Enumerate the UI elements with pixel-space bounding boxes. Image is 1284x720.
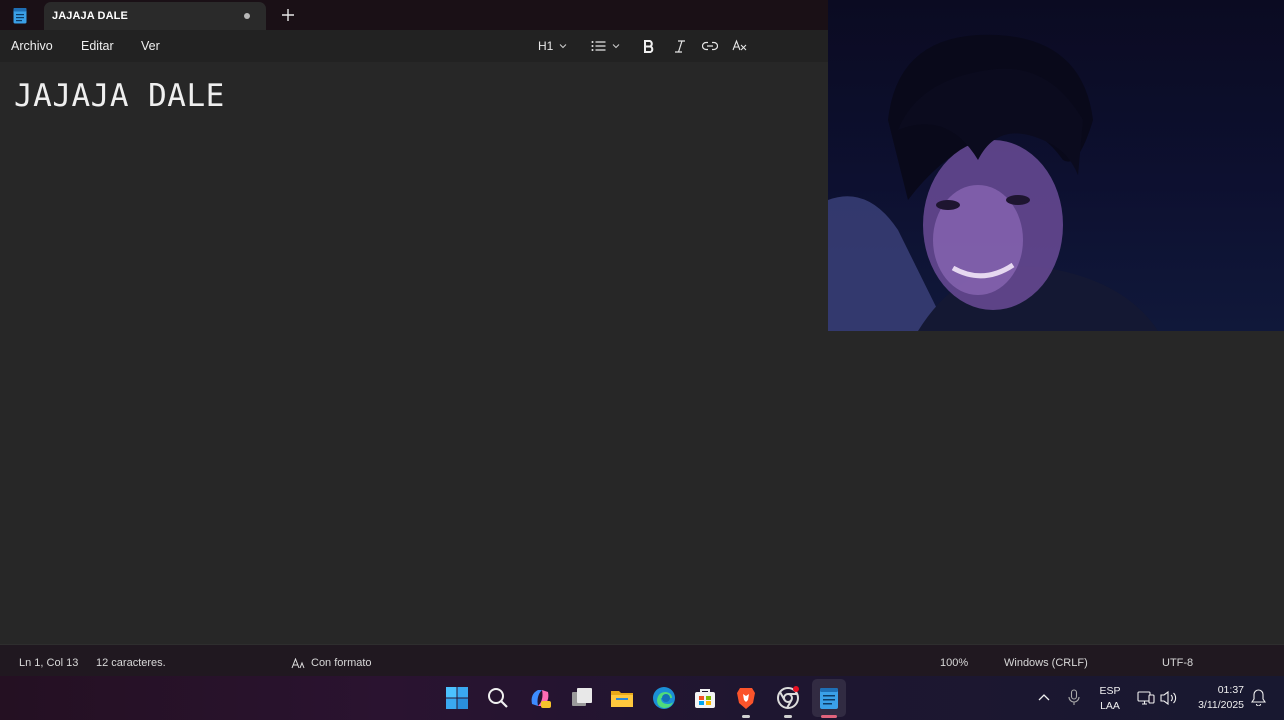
line-ending[interactable]: Windows (CRLF) [1004,657,1088,669]
start-icon[interactable] [445,686,469,710]
notepad-active-indicator [821,715,837,718]
notepad-icon[interactable] [817,686,841,710]
format-mode-label: Con formato [311,657,372,669]
menu-bar: Archivo Editar Ver H1 [0,30,828,62]
list-dropdown[interactable] [591,38,620,54]
webcam-person-image [828,34,1158,331]
tab-title: JAJAJA DALE [52,10,128,22]
chevron-down-icon [559,44,567,49]
store-icon[interactable] [693,686,717,710]
file-explorer-icon[interactable] [610,686,634,710]
brave-running-indicator [742,715,750,718]
search-icon[interactable] [486,686,510,710]
keyboard-layout: LAA [1100,700,1120,712]
time: 01:37 [1217,684,1244,696]
status-bar: Ln 1, Col 13 12 caracteres. Con formato … [0,644,1284,676]
bold-icon [644,39,654,53]
document-heading[interactable]: JAJAJA DALE [14,78,225,114]
chevron-up-icon[interactable] [1038,693,1050,701]
italic-icon [675,39,685,53]
link-icon [702,41,718,51]
heading-dropdown[interactable]: H1 [538,38,567,54]
edge-icon[interactable] [652,686,676,710]
notification-bell-icon[interactable] [1251,689,1266,706]
italic-button[interactable] [674,38,686,54]
notepad-app-icon [13,8,27,24]
clock[interactable]: 01:37 3/11/2025 [1188,684,1244,711]
task-view-icon[interactable] [570,686,594,710]
language-indicator[interactable]: ESP LAA [1097,685,1123,712]
language-code: ESP [1099,685,1121,697]
volume-icon[interactable] [1160,690,1178,706]
bulleted-list-icon [591,41,606,51]
unsaved-indicator-icon[interactable] [244,13,250,19]
menu-view[interactable]: Ver [141,39,160,53]
chevron-down-icon [612,44,620,49]
clear-formatting-button[interactable] [732,38,747,54]
webcam-overlay [828,0,1284,331]
zoom-level[interactable]: 100% [940,657,968,669]
brave-icon[interactable] [734,686,758,710]
cursor-position: Ln 1, Col 13 [19,657,79,669]
chrome-icon[interactable] [776,686,800,710]
taskbar: ESP LAA 01:37 3/11/2025 [0,676,1284,720]
editor-area[interactable]: JAJAJA DALE [0,62,828,644]
encoding[interactable]: UTF-8 [1162,657,1193,669]
clear-formatting-icon [732,39,747,51]
microphone-icon[interactable] [1068,689,1080,706]
copilot-icon[interactable] [528,686,552,710]
text-format-icon [291,657,305,668]
title-bar: JAJAJA DALE [0,0,828,30]
tab-document[interactable]: JAJAJA DALE [44,2,266,30]
format-mode-toggle[interactable]: Con formato [291,657,372,669]
menu-file[interactable]: Archivo [11,39,53,53]
chrome-running-indicator [784,715,792,718]
heading-label: H1 [538,39,554,53]
menu-edit[interactable]: Editar [81,39,114,53]
network-icon[interactable] [1137,690,1155,706]
character-count: 12 caracteres. [96,657,166,669]
bold-button[interactable] [643,38,655,54]
plus-icon[interactable] [279,6,297,24]
link-button[interactable] [702,38,718,54]
date: 3/11/2025 [1198,699,1244,711]
